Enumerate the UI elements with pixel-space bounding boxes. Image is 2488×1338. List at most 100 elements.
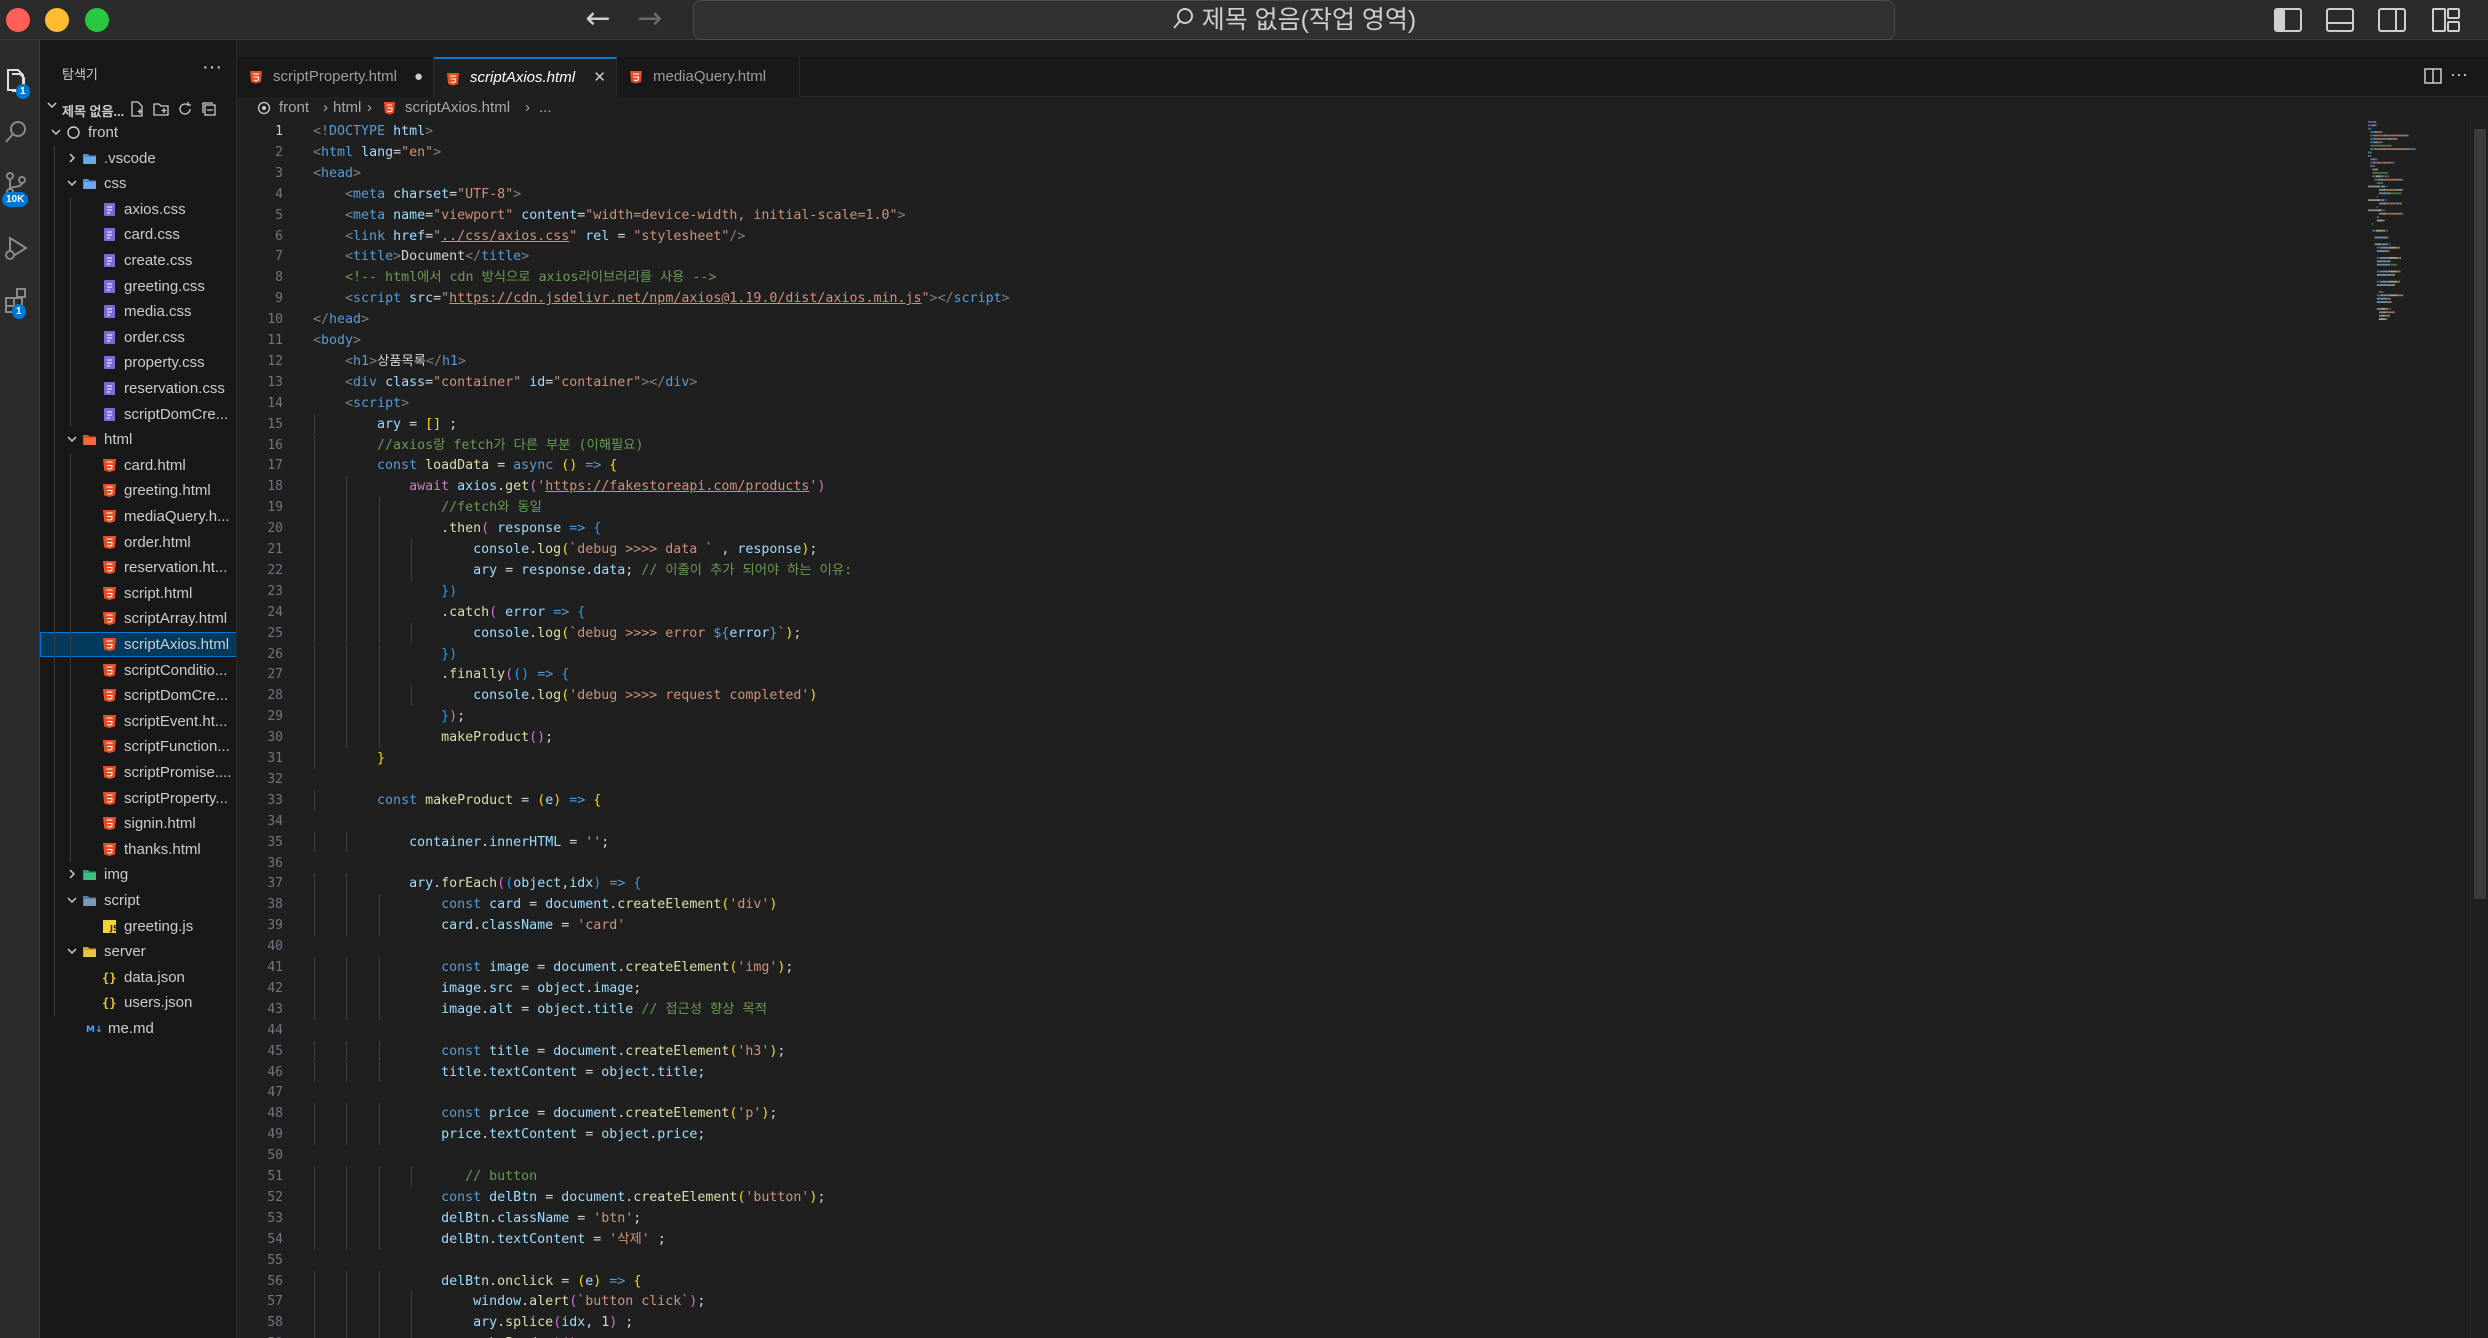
code-line[interactable]: .catch( error => { xyxy=(313,602,585,623)
source-control-activity[interactable]: 10K xyxy=(0,166,40,207)
breadcrumb-item-front[interactable]: front xyxy=(279,97,309,119)
command-center-search[interactable]: 제목 없음(작업 영역) xyxy=(693,0,1895,40)
code-area[interactable]: <!DOCTYPE html> <html lang="en"> <head> <m… xyxy=(313,119,2403,1338)
editor-tab[interactable]: mediaQuery.html xyxy=(617,57,800,97)
search-activity[interactable] xyxy=(0,114,40,154)
code-line[interactable]: ary = [] ; xyxy=(313,414,457,435)
folder-item[interactable]: html xyxy=(40,427,236,452)
code-line[interactable]: const loadData = async () => { xyxy=(313,455,617,476)
close-window-button[interactable] xyxy=(6,8,30,32)
code-line[interactable]: delBtn.className = 'btn'; xyxy=(313,1208,641,1229)
code-line[interactable]: console.log('debug >>>> request complete… xyxy=(313,685,817,706)
customize-layout-icon[interactable] xyxy=(2430,5,2462,35)
folder-item[interactable]: server xyxy=(40,939,236,964)
chevron-down-icon[interactable] xyxy=(66,433,78,445)
code-line[interactable]: await axios.get('https://fakestoreapi.co… xyxy=(313,476,825,497)
chevron-down-icon[interactable] xyxy=(66,177,78,189)
extensions-activity[interactable]: 1 xyxy=(0,282,40,322)
code-line[interactable]: <link href="../css/axios.css" rel = "sty… xyxy=(313,226,745,247)
code-line[interactable]: console.log(`debug >>>> error ${error}`)… xyxy=(313,623,801,644)
code-editor[interactable]: 1 2 3 4 5 6 7 8 9 10 11 12 13 14 15 16 17 18 19 20 21 22 23 24 2… xyxy=(237,119,2488,1338)
vertical-scrollbar[interactable] xyxy=(2470,119,2488,1338)
code-line[interactable]: }) xyxy=(313,644,457,665)
chevron-down-icon[interactable] xyxy=(66,945,78,957)
unsaved-dot-icon[interactable]: ● xyxy=(414,57,423,97)
code-line[interactable]: <script> xyxy=(313,393,409,414)
code-line[interactable]: title.textContent = object.title; xyxy=(313,1062,705,1083)
code-line[interactable]: </head> xyxy=(313,309,369,330)
code-line[interactable]: image.alt = object.title // 접근성 향상 목적 xyxy=(313,999,767,1020)
code-line[interactable]: ary.splice(idx, 1) ; xyxy=(313,1312,633,1333)
code-line[interactable]: card.className = 'card' xyxy=(313,915,625,936)
refresh-icon[interactable] xyxy=(176,100,194,118)
code-line[interactable]: }) xyxy=(313,581,457,602)
forward-arrow-icon[interactable]: → xyxy=(632,4,668,36)
toggle-secondary-sidebar-icon[interactable] xyxy=(2376,5,2408,35)
code-line[interactable]: //axios랑 fetch가 다른 부분 (이해필요) xyxy=(313,435,643,456)
maximize-window-button[interactable] xyxy=(85,8,109,32)
code-line[interactable]: const price = document.createElement('p'… xyxy=(313,1103,777,1124)
close-tab-icon[interactable]: ✕ xyxy=(593,59,606,97)
code-line[interactable]: <html lang="en"> xyxy=(313,142,441,163)
chevron-right-icon[interactable] xyxy=(66,868,78,880)
breadcrumb-item-file[interactable]: scriptAxios.html xyxy=(405,97,510,119)
code-line[interactable]: <title>Document</title> xyxy=(313,246,529,267)
code-line[interactable]: const card = document.createElement('div… xyxy=(313,894,777,915)
code-line[interactable]: <script src="https://cdn.jsdelivr.net/np… xyxy=(313,288,1010,309)
code-line[interactable]: const makeProduct = (e) => { xyxy=(313,790,601,811)
code-line[interactable]: } xyxy=(313,748,385,769)
folder-item[interactable]: css xyxy=(40,171,236,196)
toggle-panel-icon[interactable] xyxy=(2324,5,2356,35)
file-item[interactable]: {} data.json xyxy=(40,965,236,990)
folder-item[interactable]: img xyxy=(40,862,236,887)
explorer-activity[interactable]: 1 xyxy=(0,62,40,102)
new-file-icon[interactable] xyxy=(128,100,146,118)
code-line[interactable]: <h1>상품목록</h1> xyxy=(313,351,466,372)
code-line[interactable]: container.innerHTML = ''; xyxy=(313,832,609,853)
folder-item[interactable]: .vscode xyxy=(40,146,236,171)
folder-item[interactable]: script xyxy=(40,888,236,913)
new-folder-icon[interactable] xyxy=(152,100,170,118)
chevron-down-icon[interactable] xyxy=(66,894,78,906)
toggle-primary-sidebar-icon[interactable] xyxy=(2272,5,2304,35)
editor-more-actions-icon[interactable]: ··· xyxy=(2450,64,2474,88)
code-line[interactable]: <!DOCTYPE html> xyxy=(313,121,433,142)
chevron-right-icon[interactable] xyxy=(66,152,78,164)
collapse-all-icon[interactable] xyxy=(200,100,218,118)
code-line[interactable]: <!-- html에서 cdn 방식으로 axios라이브러리를 사용 --> xyxy=(313,267,716,288)
code-line[interactable]: console.log(`debug >>>> data ` , respons… xyxy=(313,539,817,560)
breadcrumb-item-html[interactable]: html xyxy=(333,97,361,119)
editor-tab[interactable]: scriptAxios.html ✕ xyxy=(434,57,617,97)
code-line[interactable]: const image = document.createElement('im… xyxy=(313,957,793,978)
code-line[interactable]: <meta name="viewport" content="width=dev… xyxy=(313,205,905,226)
scrollbar-thumb[interactable] xyxy=(2474,129,2486,899)
code-line[interactable]: .then( response => { xyxy=(313,518,601,539)
file-item[interactable]: M↓ me.md xyxy=(40,1016,236,1041)
minimap[interactable] xyxy=(2366,119,2466,339)
chevron-down-icon[interactable] xyxy=(50,126,62,138)
code-line[interactable]: makeProduct() ; xyxy=(313,1333,593,1338)
code-line[interactable]: window.alert(`button click`); xyxy=(313,1291,705,1312)
folder-item[interactable]: front xyxy=(40,120,236,145)
file-item[interactable]: {} users.json xyxy=(40,990,236,1015)
code-line[interactable]: delBtn.textContent = '삭제' ; xyxy=(313,1229,666,1250)
breadcrumb-item-symbol[interactable]: ... xyxy=(539,97,552,119)
code-line[interactable]: delBtn.onclick = (e) => { xyxy=(313,1271,641,1292)
split-editor-icon[interactable] xyxy=(2421,64,2445,88)
code-line[interactable]: <meta charset="UTF-8"> xyxy=(313,184,521,205)
code-line[interactable]: price.textContent = object.price; xyxy=(313,1124,705,1145)
run-debug-activity[interactable] xyxy=(0,230,40,270)
code-line[interactable]: ary.forEach((object,idx) => { xyxy=(313,873,641,894)
minimize-window-button[interactable] xyxy=(45,8,69,32)
code-line[interactable]: makeProduct(); xyxy=(313,727,553,748)
code-line[interactable]: const delBtn = document.createElement('b… xyxy=(313,1187,825,1208)
code-line[interactable]: <head> xyxy=(313,163,361,184)
more-actions-icon[interactable]: ··· xyxy=(202,56,222,79)
back-arrow-icon[interactable]: ← xyxy=(580,4,616,36)
code-line[interactable]: .finally(() => { xyxy=(313,664,569,685)
code-line[interactable]: ary = response.data; // 이줄이 추가 되어야 하는 이유… xyxy=(313,560,852,581)
editor-tab[interactable]: scriptProperty.html ● xyxy=(237,57,434,97)
code-line[interactable]: <body> xyxy=(313,330,361,351)
file-item[interactable]: JS greeting.js xyxy=(40,914,236,939)
workspace-header[interactable]: 제목 없음... xyxy=(40,96,236,120)
